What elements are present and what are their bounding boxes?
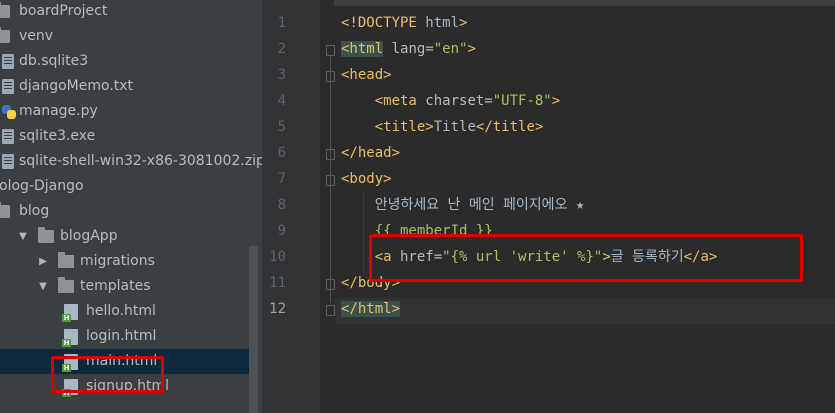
file-icon <box>2 54 14 69</box>
tree-item-label: olog-Django <box>0 178 84 194</box>
tree-item-label: boardProject <box>19 3 108 19</box>
tree-item-label: login.html <box>86 328 157 344</box>
line-number: 6 <box>277 145 286 161</box>
tree-item[interactable]: sqlite-shell-win32-x86-3081002.zip <box>0 149 262 174</box>
file-icon <box>2 79 14 94</box>
line-number: 9 <box>277 223 286 239</box>
tree-item[interactable]: olog-Django <box>0 174 249 199</box>
tree-item[interactable]: blog <box>0 199 249 224</box>
file-icon <box>2 154 14 169</box>
fold-column <box>320 0 334 413</box>
line-number: 12 <box>269 301 286 317</box>
tree-item-label: blog <box>19 203 50 219</box>
line-number: 7 <box>277 171 286 187</box>
tree-item-label: blogApp <box>60 228 118 244</box>
tree-item-label: venv <box>19 28 54 44</box>
tree-item[interactable]: hello.html <box>0 299 249 324</box>
tree-item-label: db.sqlite3 <box>19 53 89 69</box>
code-line[interactable]: <head> <box>341 62 392 88</box>
current-line-highlight <box>335 298 835 324</box>
tree-item[interactable]: login.html <box>0 324 249 349</box>
folder-icon <box>0 2 10 18</box>
tree-item-label: manage.py <box>19 103 98 119</box>
tree-item[interactable]: venv <box>0 24 249 49</box>
tree-item[interactable]: sqlite3.exe <box>0 124 249 149</box>
code-line[interactable]: <meta charset="UTF-8"> <box>341 88 560 114</box>
tree-item[interactable]: db.sqlite3 <box>0 49 249 74</box>
tree-item-label: templates <box>80 278 151 294</box>
code-line[interactable]: <!DOCTYPE html> <box>341 10 467 36</box>
tree-item-label: sqlite3.exe <box>19 128 96 144</box>
line-number: 3 <box>277 67 286 83</box>
code-line[interactable]: <body> <box>341 166 392 192</box>
html-file-icon <box>62 329 78 347</box>
annotation-box-line-10 <box>369 234 803 282</box>
python-file-icon <box>2 105 16 119</box>
tree-item[interactable]: ▶ migrations <box>0 249 249 274</box>
fold-guide <box>330 185 331 277</box>
tree-item-label: hello.html <box>86 303 156 319</box>
html-file-icon <box>62 304 78 322</box>
tree-item[interactable]: ▼ templates <box>0 274 249 299</box>
line-number: 1 <box>277 15 286 31</box>
tree-item-label: migrations <box>80 253 155 269</box>
folder-icon <box>58 252 74 268</box>
code-line[interactable]: 안녕하세요 난 메인 페이지에오 ★ <box>341 192 585 218</box>
fold-marker-icon[interactable] <box>326 305 335 316</box>
line-number: 4 <box>277 93 286 109</box>
code-line[interactable]: <html lang="en"> <box>341 36 476 62</box>
line-number: 8 <box>277 197 286 213</box>
line-number: 5 <box>277 119 286 135</box>
tree-item-label: sqlite-shell-win32-x86-3081002.zip <box>19 153 262 169</box>
fold-guide <box>330 81 331 147</box>
project-tree-scrollbar[interactable] <box>249 246 258 413</box>
editor-tab-strip <box>262 0 835 6</box>
chevron-right-icon[interactable]: ▶ <box>38 249 48 274</box>
folder-icon <box>58 277 74 293</box>
line-number: 10 <box>269 249 286 265</box>
folder-icon <box>0 27 10 43</box>
tree-item[interactable]: ▼ blogApp <box>0 224 249 249</box>
line-number: 11 <box>269 275 286 291</box>
line-number: 2 <box>277 41 286 57</box>
project-tree-panel: boardProject venv db.sqlite3 djangoMemo.txt… <box>0 0 262 413</box>
code-line[interactable]: </head> <box>341 140 400 166</box>
code-line[interactable]: </html> <box>341 296 401 322</box>
tree-item[interactable]: boardProject <box>0 0 249 24</box>
folder-icon <box>38 227 54 243</box>
code-line[interactable]: <title>Title</title> <box>341 114 544 140</box>
annotation-box-main-html <box>51 356 164 393</box>
chevron-down-icon[interactable]: ▼ <box>18 224 28 249</box>
tree-item[interactable]: manage.py <box>0 99 249 124</box>
tree-item-label: djangoMemo.txt <box>19 78 134 94</box>
tree-item[interactable]: djangoMemo.txt <box>0 74 249 99</box>
folder-icon <box>0 202 10 218</box>
chevron-down-icon[interactable]: ▼ <box>38 274 48 299</box>
file-icon <box>2 129 14 144</box>
